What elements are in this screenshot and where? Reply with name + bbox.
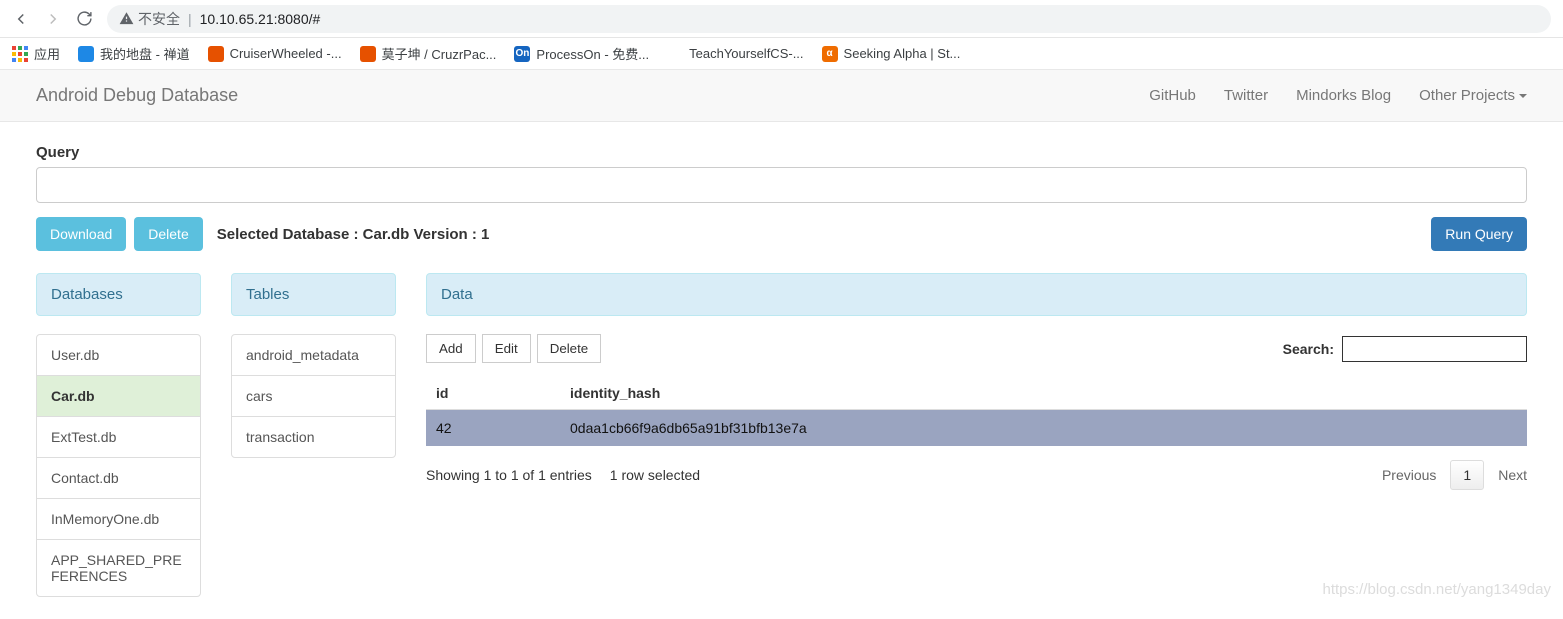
tables-column: Tables android_metadatacarstransaction: [231, 273, 396, 458]
previous-page[interactable]: Previous: [1382, 467, 1436, 483]
table-footer: Showing 1 to 1 of 1 entries 1 row select…: [426, 460, 1527, 490]
apps-button[interactable]: 应用: [12, 44, 60, 63]
bookmark-label: TeachYourselfCS-...: [689, 46, 803, 61]
data-toolbar: Add Edit Delete Search:: [426, 334, 1527, 363]
address-separator: |: [188, 11, 192, 27]
table-row[interactable]: 420daa1cb66f9a6db65a91bf31bfb13e7a: [426, 410, 1527, 447]
address-bar[interactable]: 不安全 | 10.10.65.21:8080/#: [107, 5, 1551, 33]
insecure-label: 不安全: [138, 9, 180, 29]
page-1[interactable]: 1: [1450, 460, 1484, 490]
bookmark-item[interactable]: TeachYourselfCS-...: [667, 44, 803, 63]
bookmark-icon: On: [514, 46, 530, 62]
tables-header: Tables: [231, 273, 396, 316]
app-brand[interactable]: Android Debug Database: [36, 85, 238, 106]
nav-link[interactable]: Twitter: [1224, 87, 1268, 104]
delete-db-button[interactable]: Delete: [134, 217, 202, 251]
selected-db-text: Selected Database : Car.db Version : 1: [217, 226, 490, 243]
database-item[interactable]: Car.db: [37, 376, 200, 417]
query-input[interactable]: [36, 167, 1527, 203]
add-button[interactable]: Add: [426, 334, 476, 363]
next-page[interactable]: Next: [1498, 467, 1527, 483]
databases-column: Databases User.dbCar.dbExtTest.dbContact…: [36, 273, 201, 597]
browser-toolbar: 不安全 | 10.10.65.21:8080/#: [0, 0, 1563, 38]
reload-icon[interactable]: [76, 10, 93, 27]
content: Query Download Delete Selected Database …: [0, 122, 1563, 619]
pagination: Previous 1 Next: [1382, 460, 1527, 490]
column-header[interactable]: id: [426, 377, 560, 410]
address-url: 10.10.65.21:8080/#: [200, 11, 321, 27]
search-input[interactable]: [1342, 336, 1527, 362]
bookmark-icon: α: [822, 46, 838, 62]
bookmark-label: Seeking Alpha | St...: [844, 46, 961, 61]
search-label: Search:: [1283, 341, 1334, 357]
bookmark-item[interactable]: CruiserWheeled -...: [208, 44, 342, 63]
bookmark-icon: [667, 46, 683, 62]
bookmark-icon: [78, 46, 94, 62]
bookmark-item[interactable]: 莫子坤 / CruzrPac...: [360, 44, 497, 63]
tables-list: android_metadatacarstransaction: [231, 334, 396, 458]
bookmark-item[interactable]: On ProcessOn - 免费...: [514, 44, 649, 63]
database-item[interactable]: Contact.db: [37, 458, 200, 499]
column-header[interactable]: identity_hash: [560, 377, 1527, 410]
delete-row-button[interactable]: Delete: [537, 334, 602, 363]
bookmark-icon: [208, 46, 224, 62]
bookmark-label: CruiserWheeled -...: [230, 46, 342, 61]
table-item[interactable]: android_metadata: [232, 335, 395, 376]
table-item[interactable]: transaction: [232, 417, 395, 457]
chevron-down-icon: [1519, 94, 1527, 98]
nav-link[interactable]: Other Projects: [1419, 87, 1527, 104]
nav-link[interactable]: Mindorks Blog: [1296, 87, 1391, 104]
database-item[interactable]: ExtTest.db: [37, 417, 200, 458]
bookmark-icon: [360, 46, 376, 62]
apps-label: 应用: [34, 44, 60, 63]
query-label: Query: [36, 144, 1527, 161]
bookmark-item[interactable]: 我的地盘 - 禅道: [78, 44, 190, 63]
database-item[interactable]: InMemoryOne.db: [37, 499, 200, 540]
nav-link[interactable]: GitHub: [1149, 87, 1196, 104]
database-item[interactable]: User.db: [37, 335, 200, 376]
data-column: Data Add Edit Delete Search: ididentity_…: [426, 273, 1527, 490]
run-query-button[interactable]: Run Query: [1431, 217, 1527, 251]
download-button[interactable]: Download: [36, 217, 126, 251]
query-actions: Download Delete Selected Database : Car.…: [36, 217, 1527, 251]
bookmark-label: 我的地盘 - 禅道: [100, 44, 190, 63]
selected-info: 1 row selected: [610, 467, 700, 483]
databases-list: User.dbCar.dbExtTest.dbContact.dbInMemor…: [36, 334, 201, 597]
table-cell: 42: [426, 410, 560, 447]
database-item[interactable]: APP_SHARED_PREFERENCES: [37, 540, 200, 596]
bookmarks-bar: 应用 我的地盘 - 禅道 CruiserWheeled -... 莫子坤 / Cru…: [0, 38, 1563, 70]
data-table: ididentity_hash 420daa1cb66f9a6db65a91bf…: [426, 377, 1527, 446]
databases-header: Databases: [36, 273, 201, 316]
bookmark-label: 莫子坤 / CruzrPac...: [382, 44, 497, 63]
table-item[interactable]: cars: [232, 376, 395, 417]
showing-info: Showing 1 to 1 of 1 entries: [426, 467, 592, 483]
table-cell: 0daa1cb66f9a6db65a91bf31bfb13e7a: [560, 410, 1527, 447]
bookmark-label: ProcessOn - 免费...: [536, 44, 649, 63]
data-header: Data: [426, 273, 1527, 316]
apps-icon: [12, 46, 28, 62]
bookmark-item[interactable]: α Seeking Alpha | St...: [822, 44, 961, 63]
edit-button[interactable]: Edit: [482, 334, 531, 363]
insecure-icon: 不安全: [119, 9, 180, 29]
app-navbar: Android Debug Database GitHub Twitter Mind…: [0, 70, 1563, 122]
back-icon[interactable]: [12, 10, 30, 28]
forward-icon[interactable]: [44, 10, 62, 28]
